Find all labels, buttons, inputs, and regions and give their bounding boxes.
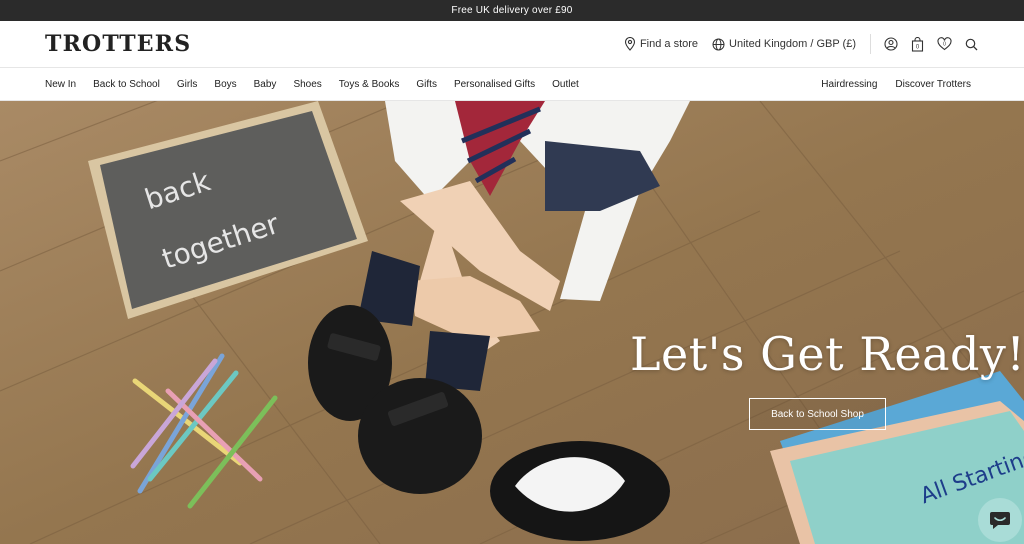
hero-banner[interactable]: back together Let's Get Ready! Back to S… (0, 101, 1024, 544)
bag-button[interactable]: 0 (911, 36, 924, 52)
utility-divider (870, 34, 871, 54)
svg-text:0: 0 (943, 42, 946, 48)
nav-item-personalised-gifts[interactable]: Personalised Gifts (454, 79, 535, 90)
nav-item-back-to-school[interactable]: Back to School (93, 79, 160, 90)
nav-item-outlet[interactable]: Outlet (552, 79, 579, 90)
account-icon (884, 37, 898, 51)
nav-item-boys[interactable]: Boys (214, 79, 236, 90)
nav-item-toys-and-books[interactable]: Toys & Books (339, 79, 400, 90)
site-header: TROTTERS Find a store United Kingdom / G… (0, 21, 1024, 68)
nav-item-baby[interactable]: Baby (254, 79, 277, 90)
nav-item-hairdressing[interactable]: Hairdressing (821, 79, 877, 90)
back-to-school-shop-button[interactable]: Back to School Shop (749, 398, 886, 430)
promo-bar: Free UK delivery over £90 (0, 0, 1024, 21)
nav-item-girls[interactable]: Girls (177, 79, 198, 90)
nav-primary: New In Back to School Girls Boys Baby Shoes To… (45, 68, 596, 101)
nav-item-new-in[interactable]: New In (45, 79, 76, 90)
find-store-link[interactable]: Find a store (624, 37, 698, 51)
hero-title: Let's Get Ready! (630, 327, 1024, 381)
main-nav: New In Back to School Girls Boys Baby Shoes To… (0, 68, 1024, 101)
chat-icon (990, 512, 1010, 529)
wishlist-button[interactable]: 0 (937, 37, 952, 51)
utility-bar: Find a store United Kingdom / GBP (£) 0 (610, 21, 978, 67)
svg-text:0: 0 (916, 44, 920, 50)
chat-button[interactable] (978, 498, 1022, 542)
search-icon (965, 38, 978, 50)
wishlist-icon: 0 (937, 37, 952, 51)
locale-label: United Kingdom / GBP (£) (729, 38, 856, 50)
nav-item-shoes[interactable]: Shoes (293, 79, 321, 90)
location-pin-icon (624, 37, 635, 51)
locale-selector[interactable]: United Kingdom / GBP (£) (712, 38, 856, 51)
find-store-label: Find a store (639, 38, 699, 50)
nav-item-gifts[interactable]: Gifts (416, 79, 437, 90)
nav-secondary: Hairdressing Discover Trotters (803, 68, 971, 101)
globe-icon (712, 38, 725, 50)
nav-item-discover-trotters[interactable]: Discover Trotters (895, 79, 971, 90)
account-button[interactable] (884, 37, 898, 51)
promo-text: Free UK delivery over £90 (451, 5, 573, 16)
search-button[interactable] (965, 38, 978, 51)
hero-image: back together (0, 101, 1024, 544)
bag-icon: 0 (911, 36, 924, 52)
trotters-logo[interactable]: TROTTERS (45, 31, 191, 57)
